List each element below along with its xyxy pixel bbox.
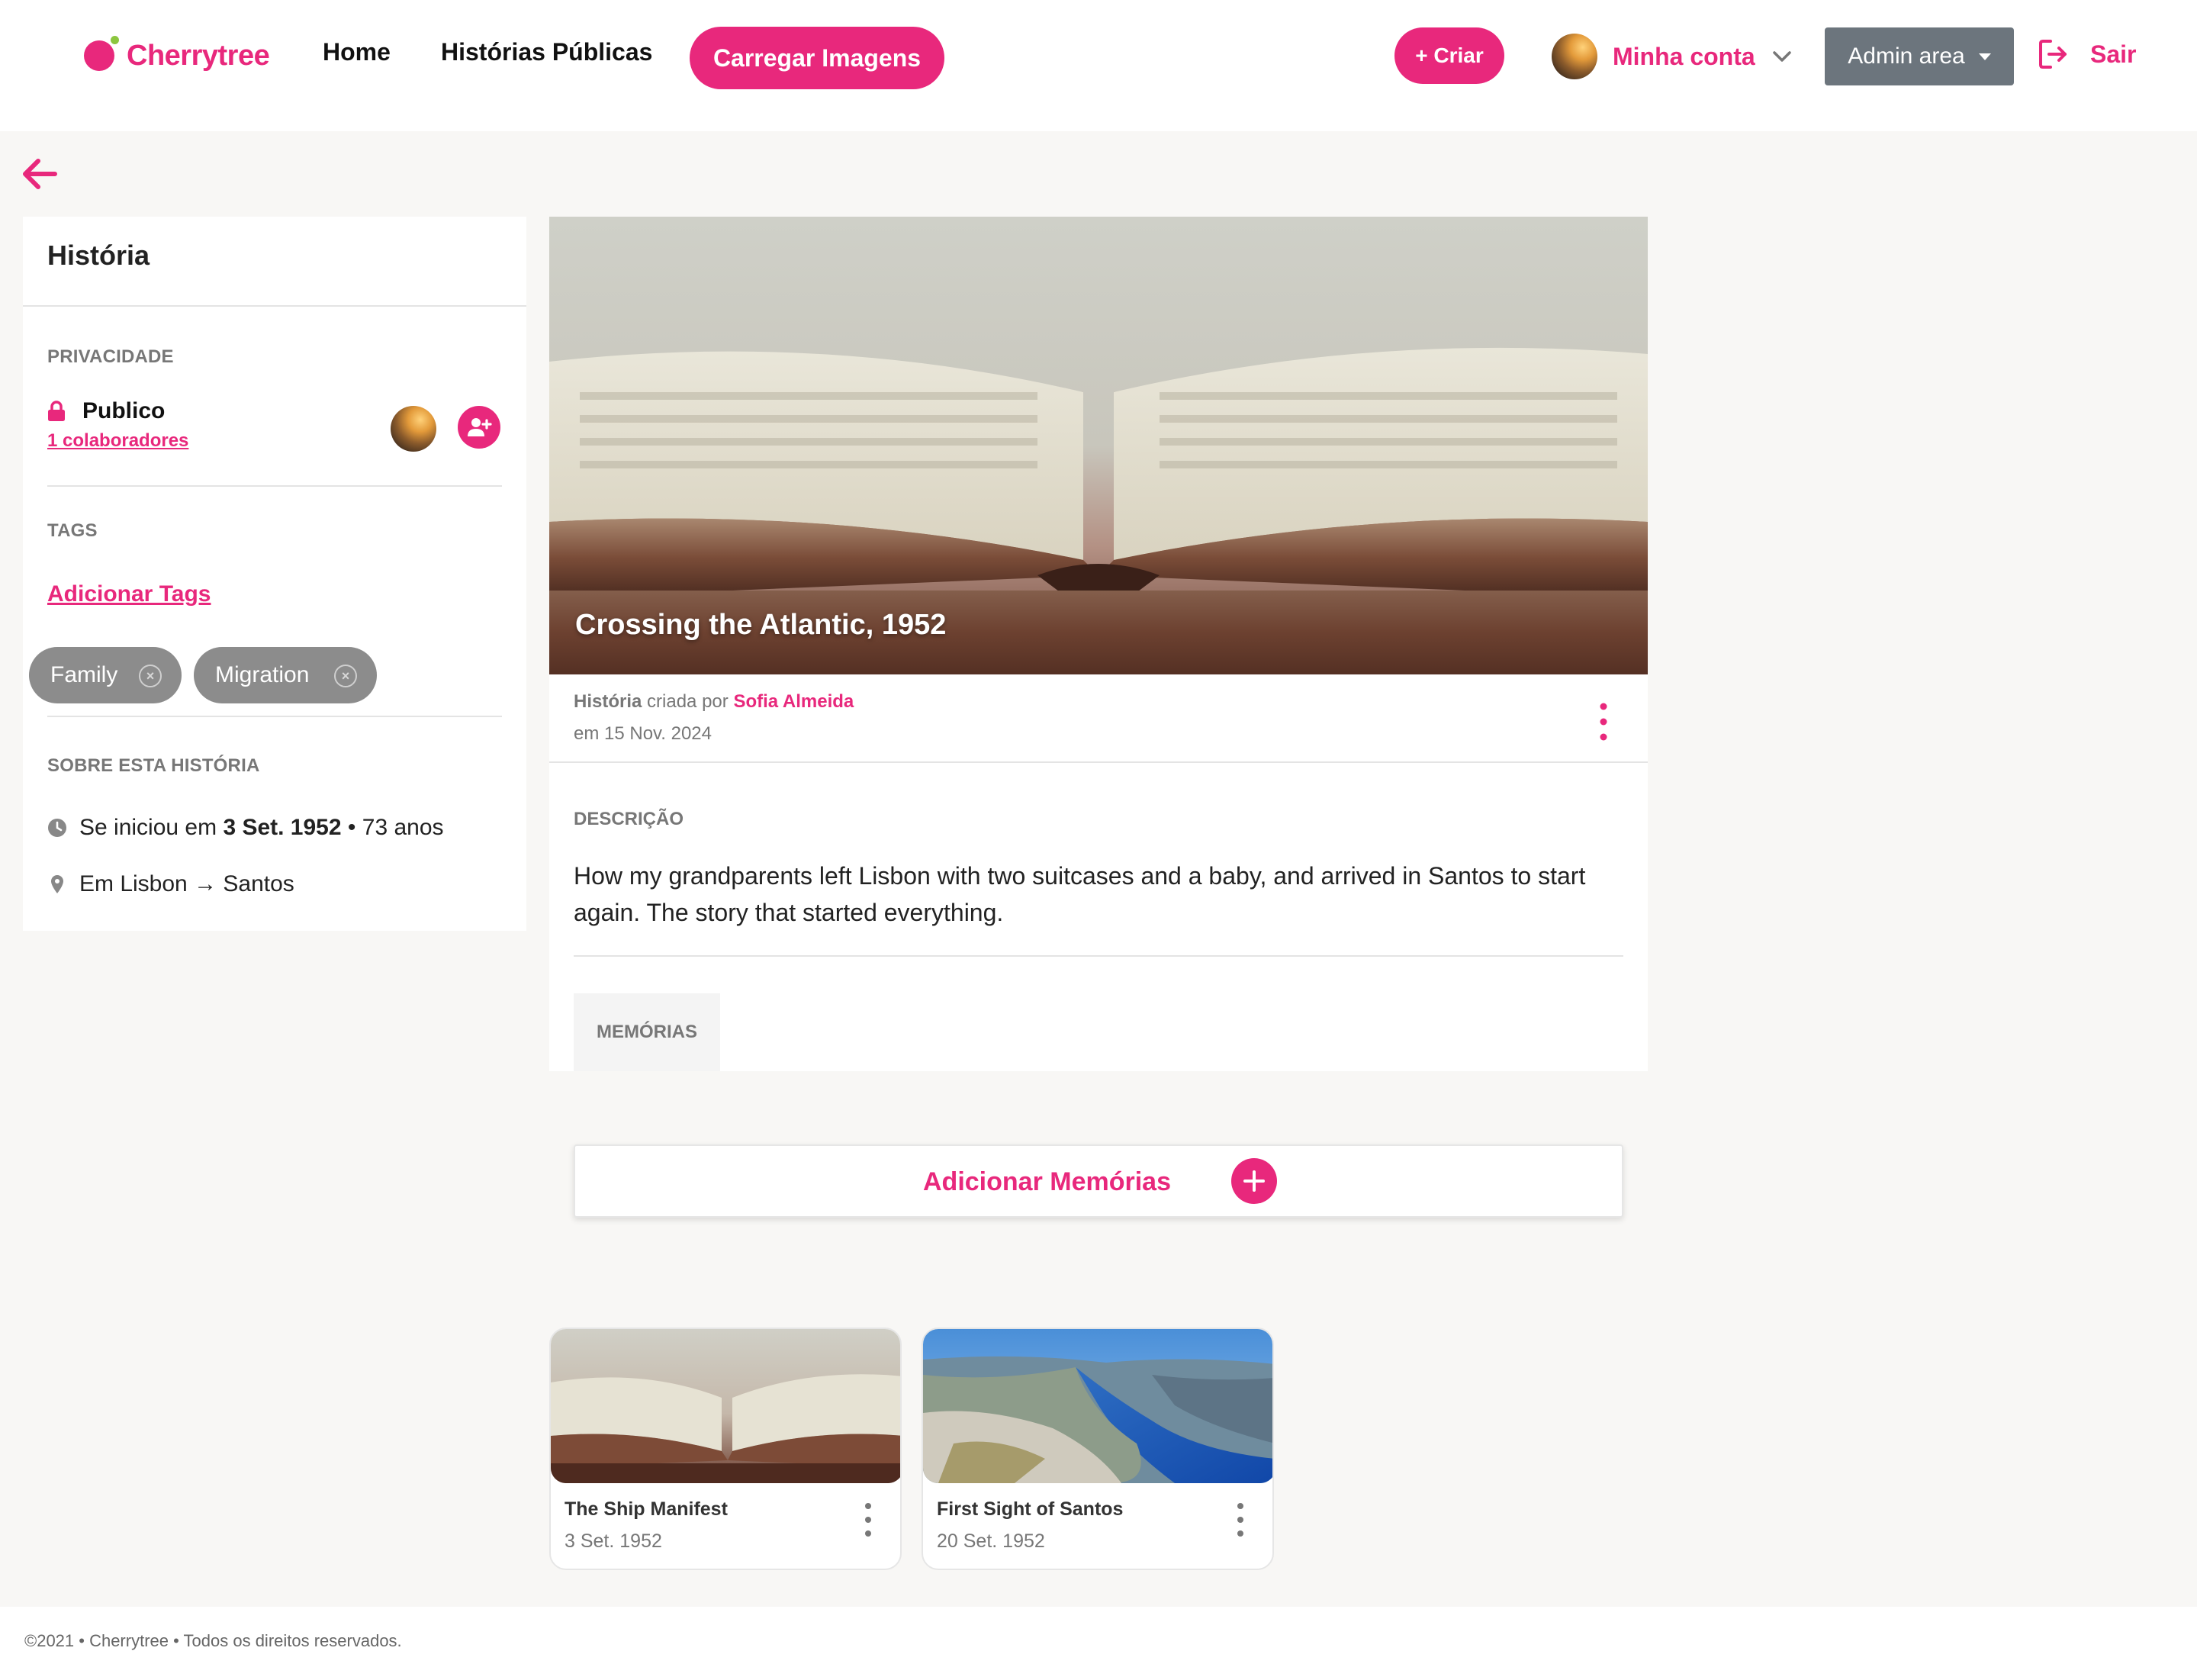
description-heading: DESCRIÇÃO bbox=[574, 809, 684, 829]
brand-logo[interactable]: Cherrytree bbox=[84, 35, 270, 76]
caret-down-icon bbox=[1978, 53, 1991, 60]
story-location: Em Lisbon → Santos bbox=[47, 871, 294, 897]
open-book-image bbox=[551, 1329, 900, 1483]
chevron-down-icon bbox=[1772, 51, 1791, 62]
divider bbox=[574, 955, 1623, 957]
privacy-value: Publico bbox=[82, 398, 166, 423]
add-user-icon bbox=[468, 418, 492, 436]
admin-area-label: Admin area bbox=[1848, 43, 1965, 69]
collaborator-avatar[interactable] bbox=[391, 406, 436, 452]
start-age: 73 anos bbox=[362, 815, 444, 840]
location-text: Em Lisbon → Santos bbox=[79, 871, 294, 896]
story-author-line: História criada por Sofia Almeida bbox=[574, 691, 854, 713]
divider bbox=[549, 761, 1648, 763]
logout-link[interactable]: Sair bbox=[2038, 38, 2136, 70]
tag-label: Migration bbox=[215, 662, 310, 687]
sidebar-title: História bbox=[47, 240, 150, 271]
tags-heading: TAGS bbox=[47, 520, 98, 541]
map-pin-icon bbox=[51, 875, 63, 893]
lock-icon bbox=[48, 401, 65, 421]
story-start-date: Se iniciou em 3 Set. 1952 • 73 anos bbox=[47, 815, 444, 841]
add-tags-link[interactable]: Adicionar Tags bbox=[47, 581, 211, 607]
remove-tag-icon[interactable]: × bbox=[334, 665, 357, 687]
account-label: Minha conta bbox=[1613, 42, 1755, 70]
page-footer: ©2021 • Cherrytree • Todos os direitos r… bbox=[0, 1607, 2197, 1680]
tag-chip[interactable]: Migration × bbox=[194, 647, 377, 703]
logout-icon bbox=[2039, 40, 2067, 69]
kebab-menu-icon[interactable] bbox=[862, 1501, 874, 1538]
start-date: 3 Set. 1952 bbox=[223, 815, 342, 840]
story-kind: História bbox=[574, 691, 642, 712]
cherry-logo-icon bbox=[84, 36, 119, 71]
divider bbox=[47, 716, 502, 717]
about-heading: SOBRE ESTA HISTÓRIA bbox=[47, 755, 260, 776]
copyright-text: ©2021 • Cherrytree • Todos os direitos r… bbox=[24, 1631, 402, 1650]
story-sidebar: História PRIVACIDADE Publico 1 colaborad… bbox=[23, 217, 526, 931]
story-card: Crossing the Atlantic, 1952 História cri… bbox=[549, 217, 1648, 1071]
account-menu[interactable]: Minha conta bbox=[1552, 32, 1792, 81]
author-link[interactable]: Sofia Almeida bbox=[733, 691, 854, 712]
memory-title: The Ship Manifest bbox=[565, 1498, 728, 1520]
story-description: How my grandparents left Lisbon with two… bbox=[574, 862, 1586, 926]
create-button[interactable]: + Criar bbox=[1394, 27, 1504, 84]
add-memories-button[interactable]: Adicionar Memórias bbox=[574, 1144, 1623, 1218]
nav-home-link[interactable]: Home bbox=[323, 38, 391, 66]
clock-icon bbox=[48, 819, 66, 837]
tag-chip[interactable]: Family × bbox=[29, 647, 182, 703]
upload-images-button[interactable]: Carregar Imagens bbox=[690, 27, 944, 89]
start-separator: • bbox=[347, 815, 356, 840]
fjord-landscape-image bbox=[923, 1329, 1272, 1483]
open-book-image bbox=[549, 217, 1648, 674]
kebab-menu-icon[interactable] bbox=[1597, 702, 1610, 742]
remove-tag-icon[interactable]: × bbox=[139, 665, 162, 687]
collaborators-link[interactable]: 1 colaboradores bbox=[47, 430, 188, 452]
memory-title: First Sight of Santos bbox=[937, 1498, 1124, 1520]
logout-label: Sair bbox=[2090, 40, 2137, 68]
kebab-menu-icon[interactable] bbox=[1234, 1501, 1246, 1538]
avatar bbox=[1552, 34, 1597, 79]
add-memories-label: Adicionar Memórias bbox=[923, 1167, 1171, 1196]
plus-icon bbox=[1231, 1158, 1277, 1204]
story-cover-image: Crossing the Atlantic, 1952 bbox=[549, 217, 1648, 674]
memory-thumbnail bbox=[923, 1329, 1272, 1483]
memory-date: 20 Set. 1952 bbox=[937, 1530, 1045, 1552]
admin-area-button[interactable]: Admin area bbox=[1825, 27, 2014, 85]
top-navbar: Cherrytree Home Histórias Públicas Carre… bbox=[0, 0, 2197, 131]
brand-name: Cherrytree bbox=[127, 39, 270, 72]
divider bbox=[23, 305, 526, 307]
memory-card[interactable]: The Ship Manifest 3 Set. 1952 bbox=[549, 1328, 902, 1570]
arrow-left-icon[interactable] bbox=[21, 157, 58, 191]
privacy-status: Publico bbox=[47, 398, 165, 424]
tag-label: Family bbox=[50, 662, 118, 687]
privacy-heading: PRIVACIDADE bbox=[47, 346, 174, 367]
memory-card[interactable]: First Sight of Santos 20 Set. 1952 bbox=[922, 1328, 1274, 1570]
start-prefix: Se iniciou em bbox=[79, 815, 217, 840]
divider bbox=[47, 485, 502, 487]
memory-thumbnail bbox=[551, 1329, 900, 1483]
tab-memories[interactable]: MEMÓRIAS bbox=[574, 993, 720, 1071]
story-title: Crossing the Atlantic, 1952 bbox=[575, 609, 947, 641]
add-collaborator-button[interactable] bbox=[458, 406, 500, 449]
story-created-date: em 15 Nov. 2024 bbox=[574, 723, 712, 744]
created-by-label: criada por bbox=[647, 691, 729, 712]
memory-date: 3 Set. 1952 bbox=[565, 1530, 662, 1552]
nav-public-stories-link[interactable]: Histórias Públicas bbox=[441, 38, 652, 66]
